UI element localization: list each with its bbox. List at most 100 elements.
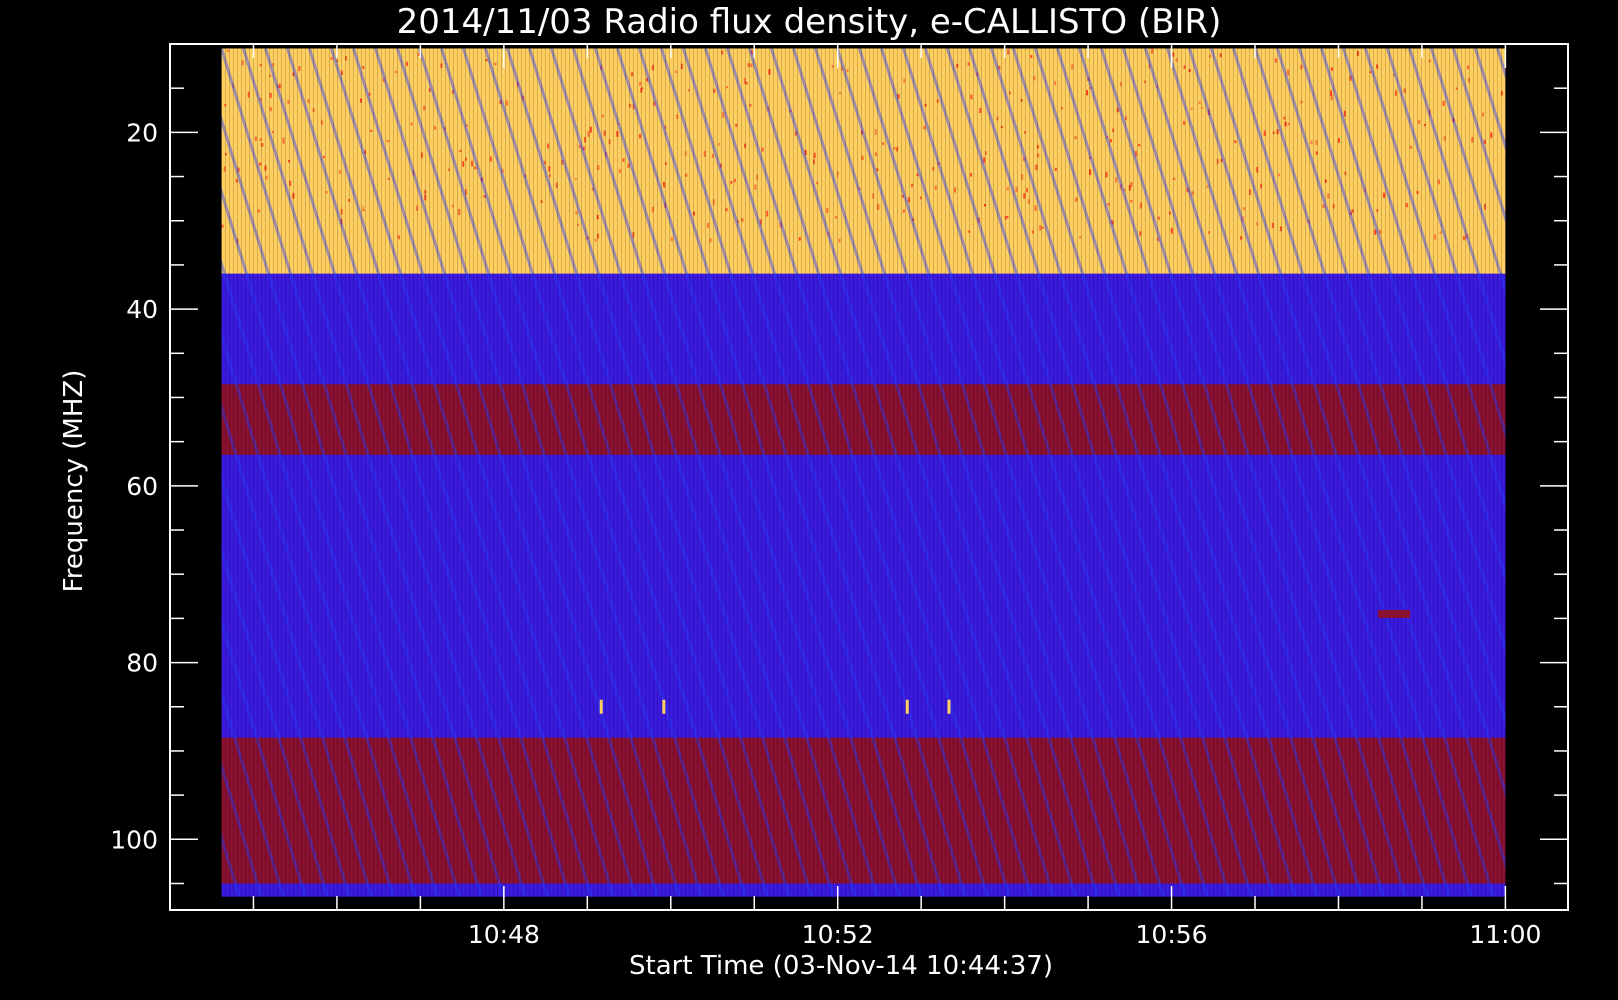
speckle xyxy=(1074,135,1077,140)
speckle xyxy=(707,222,710,228)
speckle xyxy=(1219,48,1222,51)
speckle xyxy=(826,207,829,214)
speckle xyxy=(1310,140,1313,145)
speckle xyxy=(1130,199,1133,203)
plot-area: 10:48 10:52 10:56 11:00 20 40 60 80 100 xyxy=(0,43,1618,949)
speckle xyxy=(1490,132,1493,139)
speckle xyxy=(547,143,550,149)
speckle xyxy=(471,160,474,167)
speckle xyxy=(663,185,666,188)
band-1 xyxy=(221,273,1506,385)
speckle xyxy=(574,177,577,180)
speckle xyxy=(258,76,261,79)
speckle xyxy=(386,140,389,143)
drift-stripe xyxy=(221,832,241,897)
speckle xyxy=(1185,160,1188,165)
speckle xyxy=(1287,69,1290,76)
speckle xyxy=(1109,135,1112,140)
speckle xyxy=(1453,217,1456,223)
speckle xyxy=(1418,120,1421,124)
drift-stripe xyxy=(0,48,19,896)
speckle xyxy=(1041,226,1044,229)
speckle xyxy=(259,162,262,166)
y-axis-label: Frequency (MHZ) xyxy=(59,370,89,593)
y-tick-label: 100 xyxy=(110,825,158,854)
speckle xyxy=(1267,215,1270,220)
speckle xyxy=(574,210,577,213)
speckle xyxy=(1157,216,1160,220)
speckle xyxy=(1086,89,1089,96)
speckle xyxy=(659,87,662,91)
speckle xyxy=(1482,112,1485,117)
y-tick-label: 40 xyxy=(126,295,158,324)
speckle xyxy=(434,126,437,130)
speckle xyxy=(1330,67,1333,71)
drift-stripe xyxy=(0,48,195,896)
speckle xyxy=(869,180,872,184)
speckle xyxy=(754,184,757,191)
speckle xyxy=(278,83,281,89)
x-tick-label: 11:00 xyxy=(1469,920,1541,949)
y-tick-label: 60 xyxy=(126,472,158,501)
speckle xyxy=(1243,207,1246,211)
y-tick-label: 80 xyxy=(126,649,158,678)
speckle xyxy=(535,155,538,159)
spot-2 xyxy=(905,699,909,714)
speckle xyxy=(1103,76,1106,82)
speckle xyxy=(1399,188,1402,194)
speckle xyxy=(1442,100,1445,107)
speckle xyxy=(1006,186,1009,191)
speckle xyxy=(1025,183,1028,186)
speckle xyxy=(503,200,506,205)
speckle xyxy=(1079,236,1082,239)
speckle xyxy=(813,152,816,159)
speckle xyxy=(1054,125,1057,129)
speckle xyxy=(1437,179,1440,185)
speckle xyxy=(639,81,642,86)
y-tick-label: 20 xyxy=(126,118,158,147)
drift-stripe xyxy=(1563,48,1618,896)
speckle xyxy=(430,210,433,216)
speckle xyxy=(969,172,972,177)
speckle xyxy=(1025,187,1028,193)
speckle xyxy=(1030,55,1033,58)
x-axis-label: Start Time (03-Nov-14 10:44:37) xyxy=(629,951,1053,981)
speckle xyxy=(1167,213,1170,218)
speckle xyxy=(338,169,341,174)
spot-3 xyxy=(947,699,951,714)
speckle xyxy=(874,152,877,156)
speckle xyxy=(221,164,224,171)
vertical-texture xyxy=(221,48,1502,897)
speckle xyxy=(1151,48,1154,54)
speckle xyxy=(1330,94,1333,101)
speckle xyxy=(330,57,333,60)
drift-stripe xyxy=(1607,48,1618,896)
speckle xyxy=(859,168,862,175)
speckle xyxy=(254,136,257,141)
speckle xyxy=(754,174,757,181)
speckle xyxy=(622,158,625,162)
speckle xyxy=(1126,113,1129,120)
speckle xyxy=(1462,235,1465,241)
speckle xyxy=(1234,140,1237,144)
speckle xyxy=(882,142,885,145)
speckle xyxy=(241,60,244,66)
speckle xyxy=(494,62,497,66)
speckle xyxy=(1007,49,1010,55)
speckle xyxy=(374,128,377,132)
speckle xyxy=(882,166,885,171)
speckle xyxy=(1343,100,1346,104)
speckle xyxy=(367,72,370,75)
chart-title: 2014/11/03 Radio flux density, e-CALLIST… xyxy=(397,2,1222,42)
speckle xyxy=(726,180,729,185)
speckle xyxy=(874,129,877,135)
drift-stripe xyxy=(1541,48,1618,896)
speckle xyxy=(911,183,914,188)
speckle xyxy=(1277,223,1280,229)
speckle xyxy=(810,212,813,217)
speckle xyxy=(594,238,597,242)
speckle xyxy=(741,200,744,205)
speckle xyxy=(370,129,373,133)
speckle xyxy=(814,98,817,103)
speckle xyxy=(1183,120,1186,125)
